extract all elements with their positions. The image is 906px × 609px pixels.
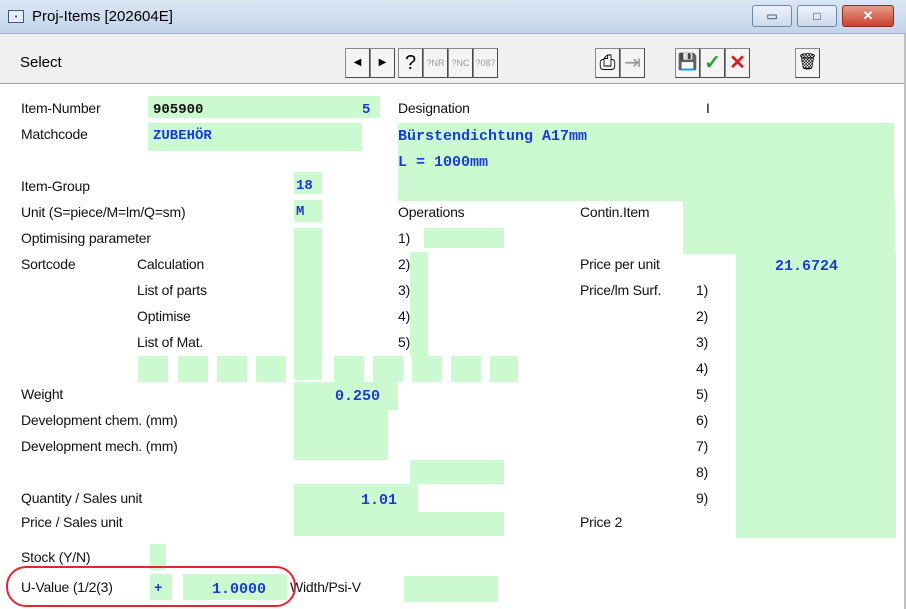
operation-number: 3) bbox=[398, 282, 411, 298]
matchcode-label: Matchcode bbox=[21, 126, 88, 142]
help-button[interactable]: ? bbox=[398, 48, 423, 78]
mat-slot-9[interactable] bbox=[490, 356, 518, 382]
width-psi-label: Width/Psi-V bbox=[290, 579, 361, 595]
cancel-x-icon[interactable]: ✕ bbox=[725, 48, 750, 78]
sortcode-fields[interactable] bbox=[294, 228, 322, 380]
app-icon: ▪ bbox=[8, 10, 24, 23]
optimising-parameter-label: Optimising parameter bbox=[21, 230, 151, 246]
unit-label: Unit (S=piece/M=lm/Q=sm) bbox=[21, 204, 186, 220]
mat-slot-3[interactable] bbox=[217, 356, 247, 382]
extra-field[interactable] bbox=[410, 460, 504, 484]
designation-line-2: L = 1000mm bbox=[398, 154, 489, 171]
weight-label: Weight bbox=[21, 386, 64, 402]
optimise-label: Optimise bbox=[137, 308, 191, 324]
designation-cursor: I bbox=[706, 100, 710, 116]
minimize-button[interactable]: ▭ bbox=[752, 5, 792, 27]
development-chem-label: Development chem. (mm) bbox=[21, 412, 178, 428]
operations-label: Operations bbox=[398, 204, 465, 220]
toolbar: Select ◀ ▶ ? ?NR ?NC ?087 ⎙ ⇥ 💾 ✓ ✕ 🗑 bbox=[0, 34, 906, 84]
window-title: Proj-Items [202604E] bbox=[32, 8, 173, 25]
unit-value: M bbox=[296, 204, 305, 220]
surf-number: 1) bbox=[696, 282, 709, 298]
surf-number: 8) bbox=[696, 464, 709, 480]
highlight-circle bbox=[6, 566, 296, 607]
matchcode-value: ZUBEHÖR bbox=[153, 128, 212, 144]
mat-slot-8[interactable] bbox=[451, 356, 481, 382]
previous-record-button[interactable]: ◀ bbox=[345, 48, 370, 78]
operation-2-5-fields[interactable] bbox=[410, 252, 428, 356]
contin-item-label: Contin.Item bbox=[580, 204, 650, 220]
price-sales-unit-label: Price / Sales unit bbox=[21, 514, 123, 530]
calculation-label: Calculation bbox=[137, 256, 205, 272]
mat-slot-2[interactable] bbox=[178, 356, 208, 382]
f7-search-icon[interactable]: ?087 bbox=[473, 48, 498, 78]
f6-search-icon[interactable]: ?NC bbox=[448, 48, 473, 78]
save-icon[interactable]: 💾 bbox=[675, 48, 700, 78]
quantity-sales-unit-field[interactable] bbox=[294, 484, 418, 512]
mat-slot-5[interactable] bbox=[334, 356, 364, 382]
surf-number: 6) bbox=[696, 412, 709, 428]
item-number-suffix-value: 5 bbox=[362, 102, 371, 118]
quantity-sales-unit-value: 1.01 bbox=[361, 492, 398, 509]
designation-label: Designation bbox=[398, 100, 470, 116]
price-lm-surf-fields[interactable] bbox=[736, 252, 896, 538]
sortcode-label: Sortcode bbox=[21, 256, 76, 272]
item-group-value: 18 bbox=[296, 178, 313, 194]
operation-number: 1) bbox=[398, 230, 411, 246]
item-number-value: 905900 bbox=[153, 102, 204, 118]
price-sales-unit-field[interactable] bbox=[294, 512, 504, 536]
maximize-button[interactable]: □ bbox=[797, 5, 837, 27]
item-number-label: Item-Number bbox=[21, 100, 101, 116]
list-of-mat-label: List of Mat. bbox=[137, 334, 204, 350]
surf-number: 4) bbox=[696, 360, 709, 376]
mat-slot-7[interactable] bbox=[412, 356, 442, 382]
surf-number: 2) bbox=[696, 308, 709, 324]
next-record-button[interactable]: ▶ bbox=[370, 48, 395, 78]
development-fields[interactable] bbox=[294, 410, 388, 460]
weight-value: 0.250 bbox=[335, 388, 381, 405]
ok-check-icon[interactable]: ✓ bbox=[700, 48, 725, 78]
designation-line-1: Bürstendichtung A17mm bbox=[398, 128, 588, 145]
mat-slot-4[interactable] bbox=[256, 356, 286, 382]
list-of-parts-label: List of parts bbox=[137, 282, 207, 298]
surf-number: 7) bbox=[696, 438, 709, 454]
price-lm-surf-label: Price/lm Surf. bbox=[580, 282, 662, 298]
f5-search-icon[interactable]: ?NR bbox=[423, 48, 448, 78]
development-mech-label: Development mech. (mm) bbox=[21, 438, 178, 454]
mat-slot-1[interactable] bbox=[138, 356, 168, 382]
title-bar: ▪ Proj-Items [202604E] ▭ □ ✕ bbox=[0, 0, 906, 34]
mat-slot-6[interactable] bbox=[373, 356, 403, 382]
contin-item-field[interactable] bbox=[683, 200, 895, 254]
quantity-sales-unit-label: Quantity / Sales unit bbox=[21, 490, 143, 506]
surf-number: 5) bbox=[696, 386, 709, 402]
item-form: Item-Number Matchcode Item-Group Unit (S… bbox=[0, 84, 906, 609]
price-per-unit-label: Price per unit bbox=[580, 256, 660, 272]
item-group-label: Item-Group bbox=[21, 178, 90, 194]
close-button[interactable]: ✕ bbox=[842, 5, 894, 27]
surf-number: 3) bbox=[696, 334, 709, 350]
delete-trash-icon[interactable]: 🗑 bbox=[795, 48, 820, 78]
surf-number: 9) bbox=[696, 490, 709, 506]
operation-number: 5) bbox=[398, 334, 411, 350]
print-icon[interactable]: ⎙ bbox=[595, 48, 620, 78]
operation-1-field[interactable] bbox=[424, 228, 504, 248]
operation-number: 4) bbox=[398, 308, 411, 324]
select-label: Select bbox=[20, 54, 62, 71]
export-icon[interactable]: ⇥ bbox=[620, 48, 645, 78]
stock-label: Stock (Y/N) bbox=[21, 549, 91, 565]
operation-number: 2) bbox=[398, 256, 411, 272]
price-per-unit-value: 21.6724 bbox=[775, 258, 839, 275]
width-psi-field[interactable] bbox=[404, 576, 498, 602]
price-2-label: Price 2 bbox=[580, 514, 623, 530]
